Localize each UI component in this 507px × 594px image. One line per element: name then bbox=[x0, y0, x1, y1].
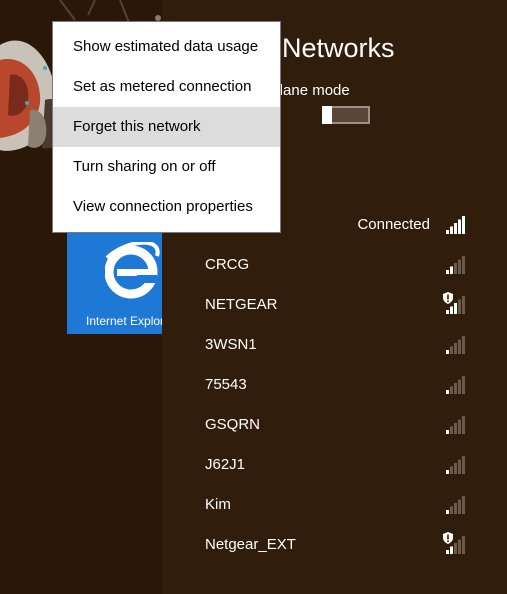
network-row[interactable]: Kim bbox=[162, 485, 507, 525]
wifi-signal-icon bbox=[446, 416, 465, 434]
signal-bar bbox=[450, 266, 453, 274]
signal-bar bbox=[446, 550, 449, 554]
signal-bar bbox=[450, 346, 453, 354]
internet-explorer-icon bbox=[105, 242, 160, 299]
network-name: 3WSN1 bbox=[205, 336, 257, 353]
signal-bar bbox=[462, 376, 465, 394]
charm-title: Networks bbox=[282, 33, 395, 63]
signal-bar bbox=[446, 430, 449, 434]
network-row[interactable]: 75543 bbox=[162, 365, 507, 405]
signal-bar bbox=[454, 463, 457, 474]
network-row[interactable]: J62J1 bbox=[162, 445, 507, 485]
signal-bar bbox=[458, 499, 461, 514]
signal-bar bbox=[462, 456, 465, 474]
wifi-signal-icon bbox=[446, 496, 465, 514]
menu-item-toggle-sharing[interactable]: Turn sharing on or off bbox=[53, 147, 280, 187]
signal-bar bbox=[458, 259, 461, 274]
menu-item-forget-network[interactable]: Forget this network bbox=[53, 107, 280, 147]
signal-bar bbox=[462, 416, 465, 434]
signal-bar bbox=[458, 419, 461, 434]
wifi-signal-icon bbox=[446, 456, 465, 474]
signal-bar bbox=[454, 223, 457, 234]
menu-item-show-data-usage[interactable]: Show estimated data usage bbox=[53, 27, 280, 67]
security-warning-icon bbox=[443, 292, 453, 304]
signal-bar bbox=[462, 216, 465, 234]
signal-bar bbox=[450, 546, 453, 554]
network-row[interactable]: 3WSN1 bbox=[162, 325, 507, 365]
network-row[interactable]: NETGEAR bbox=[162, 285, 507, 325]
signal-bar bbox=[458, 539, 461, 554]
network-name: J62J1 bbox=[205, 456, 246, 473]
signal-bar bbox=[462, 336, 465, 354]
signal-bar bbox=[450, 226, 453, 234]
signal-bar bbox=[454, 303, 457, 314]
airplane-mode-toggle[interactable] bbox=[322, 106, 370, 124]
signal-bar bbox=[458, 219, 461, 234]
toggle-knob bbox=[322, 106, 332, 124]
network-row[interactable]: GSQRN bbox=[162, 405, 507, 445]
signal-bar bbox=[450, 466, 453, 474]
wifi-signal-icon bbox=[446, 336, 465, 354]
signal-bar bbox=[446, 310, 449, 314]
signal-bar bbox=[458, 379, 461, 394]
wifi-signal-icon bbox=[446, 216, 465, 234]
signal-bar bbox=[450, 506, 453, 514]
signal-bar bbox=[446, 470, 449, 474]
signal-bar bbox=[446, 350, 449, 354]
network-row[interactable]: CRCG bbox=[162, 245, 507, 285]
signal-bar bbox=[450, 386, 453, 394]
signal-bar bbox=[458, 339, 461, 354]
signal-bar bbox=[446, 230, 449, 234]
signal-bar bbox=[454, 543, 457, 554]
network-status: Connected bbox=[357, 216, 430, 233]
signal-bar bbox=[446, 510, 449, 514]
network-context-menu: Show estimated data usage Set as metered… bbox=[52, 21, 281, 233]
network-name: NETGEAR bbox=[205, 296, 278, 313]
signal-bar bbox=[462, 496, 465, 514]
signal-bar bbox=[462, 536, 465, 554]
menu-item-set-metered[interactable]: Set as metered connection bbox=[53, 67, 280, 107]
network-name: CRCG bbox=[205, 256, 250, 273]
internet-explorer-tile[interactable]: Internet Explorer bbox=[67, 232, 162, 334]
tile-label: Internet Explorer bbox=[86, 314, 162, 328]
signal-bar bbox=[454, 503, 457, 514]
network-name: Kim bbox=[205, 496, 231, 513]
wifi-signal-icon bbox=[446, 376, 465, 394]
signal-bar bbox=[446, 390, 449, 394]
network-row[interactable]: Netgear_EXT bbox=[162, 525, 507, 565]
network-name: Netgear_EXT bbox=[205, 536, 296, 553]
menu-item-connection-properties[interactable]: View connection properties bbox=[53, 187, 280, 227]
signal-bar bbox=[454, 263, 457, 274]
signal-bar bbox=[458, 459, 461, 474]
network-name: 75543 bbox=[205, 376, 247, 393]
signal-bar bbox=[454, 423, 457, 434]
signal-bar bbox=[462, 256, 465, 274]
signal-bar bbox=[462, 296, 465, 314]
signal-bar bbox=[454, 383, 457, 394]
security-warning-icon bbox=[443, 532, 453, 544]
signal-bar bbox=[458, 299, 461, 314]
signal-bar bbox=[446, 270, 449, 274]
signal-bar bbox=[454, 343, 457, 354]
signal-bar bbox=[450, 426, 453, 434]
wifi-signal-icon bbox=[446, 256, 465, 274]
signal-bar bbox=[450, 306, 453, 314]
network-name: GSQRN bbox=[205, 416, 261, 433]
